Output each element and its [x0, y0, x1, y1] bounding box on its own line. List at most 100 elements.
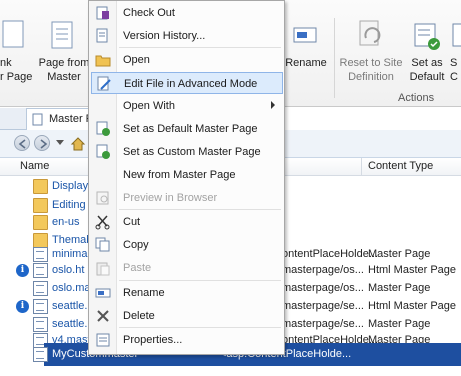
tab-master-pages[interactable]: Master Pages: [26, 108, 96, 130]
open-folder-icon: [95, 52, 111, 68]
column-header-name[interactable]: Name: [20, 160, 49, 172]
menu-item-label: Paste: [123, 262, 152, 274]
ribbon-label: S: [450, 57, 458, 69]
menu-item-label: Edit File in Advanced Mode: [124, 78, 258, 90]
blank-page-icon: [2, 20, 24, 48]
menu-item-cut[interactable]: Cut: [91, 211, 283, 233]
menu-item-label: Open: [123, 54, 150, 66]
paste-icon: [95, 260, 111, 276]
menu-item-label: New from Master Page: [123, 169, 236, 181]
row-title: masterpage/se...: [282, 300, 364, 312]
row-content-type: Master Page: [368, 282, 431, 294]
row-name[interactable]: Display: [52, 180, 88, 192]
menu-separator: [119, 209, 281, 210]
ribbon-reset-to-site-definition-button[interactable]: Reset to Site Definition: [336, 56, 406, 84]
row-name[interactable]: oslo.ma: [52, 282, 91, 294]
home-icon[interactable]: [70, 136, 86, 152]
menu-item-label: Preview in Browser: [123, 192, 218, 204]
menu-item-open[interactable]: Open: [91, 49, 283, 71]
menu-item-set-as-default-master-page[interactable]: Set as Default Master Page: [91, 118, 283, 140]
ribbon-page-from-master-button[interactable]: Page from Master: [36, 56, 92, 84]
menu-item-preview-in-browser[interactable]: Preview in Browser: [91, 187, 283, 209]
default-master-icon: [95, 121, 111, 137]
menu-item-label: Copy: [123, 239, 149, 251]
menu-item-rename[interactable]: Rename: [91, 282, 283, 304]
delete-icon: [95, 308, 111, 324]
row-content-type: Html Master Page: [368, 264, 457, 276]
menu-item-copy[interactable]: Copy: [91, 234, 283, 256]
ribbon-label: nk: [0, 57, 12, 69]
menu-item-label: Check Out: [123, 7, 175, 19]
custom-master-icon: [95, 144, 111, 160]
arrow-right-icon: [40, 139, 48, 149]
tab-page-icon: [32, 113, 43, 126]
copy-icon: [95, 237, 111, 253]
ribbon-label: C: [450, 71, 458, 83]
page-from-master-icon: [51, 21, 73, 49]
rename-icon: [293, 27, 317, 43]
ribbon-label: Page from: [38, 57, 90, 69]
rename-icon: [95, 285, 111, 301]
set-custom-icon: [452, 23, 461, 47]
menu-item-edit-file-in-advanced-mode[interactable]: Edit File in Advanced Mode: [91, 72, 283, 94]
master-page-icon: [33, 281, 48, 296]
column-divider: [361, 158, 362, 176]
ribbon-label: r Page: [0, 71, 33, 83]
version-history-icon: [95, 28, 111, 44]
menu-item-label: Cut: [123, 216, 141, 228]
ribbon-label: Definition: [348, 71, 394, 83]
menu-item-label: Properties...: [123, 334, 183, 346]
ribbon-label: Rename: [285, 57, 327, 69]
row-name[interactable]: en-us: [52, 216, 80, 228]
info-icon: i: [16, 300, 29, 313]
row-name[interactable]: seattle.: [52, 300, 87, 312]
master-page-icon: [33, 347, 48, 362]
master-page-icon: [33, 299, 48, 314]
row-name[interactable]: Editing: [52, 199, 86, 211]
ribbon-group-actions-label: Actions: [398, 92, 435, 104]
ribbon-label: Default: [409, 71, 445, 83]
menu-item-new-from-master-page[interactable]: New from Master Page: [91, 164, 283, 186]
edit-file-icon: [96, 76, 112, 92]
menu-separator: [119, 47, 281, 48]
menu-item-check-out[interactable]: Check Out: [91, 2, 283, 24]
menu-item-open-with[interactable]: Open With: [91, 95, 283, 117]
row-title: masterpage/os...: [282, 264, 364, 276]
menu-item-label: Open With: [123, 100, 175, 112]
ribbon-rename-button[interactable]: Rename: [284, 56, 328, 70]
dropdown-arrow-icon[interactable]: [56, 140, 64, 146]
back-button[interactable]: [14, 135, 30, 151]
submenu-arrow-icon: [271, 101, 275, 109]
context-menu: Check Out Version History... Open Edit File…: [88, 0, 285, 355]
menu-item-delete[interactable]: Delete: [91, 305, 283, 327]
menu-item-label: Version History...: [123, 30, 206, 42]
check-out-icon: [95, 5, 111, 21]
info-icon: i: [16, 264, 29, 277]
preview-icon: [95, 190, 111, 206]
arrow-left-icon: [18, 139, 26, 149]
ribbon-label: Master: [47, 71, 81, 83]
ribbon-label: Set as: [411, 57, 443, 69]
reset-icon: [359, 20, 381, 46]
scissors-icon: [95, 214, 111, 230]
set-default-icon: [414, 23, 440, 50]
column-header-content-type[interactable]: Content Type: [368, 160, 433, 172]
ribbon-new-blank-page-button[interactable]: nk r Page: [0, 56, 36, 84]
row-name[interactable]: oslo.ht: [52, 264, 84, 276]
menu-item-label: Set as Default Master Page: [123, 123, 258, 135]
menu-item-label: Set as Custom Master Page: [123, 146, 261, 158]
ribbon-set-as-custom-button[interactable]: S C: [450, 56, 461, 84]
ribbon-set-as-default-button[interactable]: Set as Default: [406, 56, 448, 84]
folder-icon: [33, 215, 48, 230]
row-title: masterpage/os...: [282, 282, 364, 294]
menu-item-version-history[interactable]: Version History...: [91, 25, 283, 47]
menu-item-paste[interactable]: Paste: [91, 257, 283, 279]
folder-icon: [33, 179, 48, 194]
forward-button[interactable]: [34, 135, 50, 151]
menu-separator: [119, 327, 281, 328]
ribbon-label: Reset to Site: [339, 57, 403, 69]
properties-icon: [95, 332, 111, 348]
menu-item-properties[interactable]: Properties...: [91, 329, 283, 351]
menu-item-label: Rename: [123, 287, 165, 299]
menu-item-set-as-custom-master-page[interactable]: Set as Custom Master Page: [91, 141, 283, 163]
